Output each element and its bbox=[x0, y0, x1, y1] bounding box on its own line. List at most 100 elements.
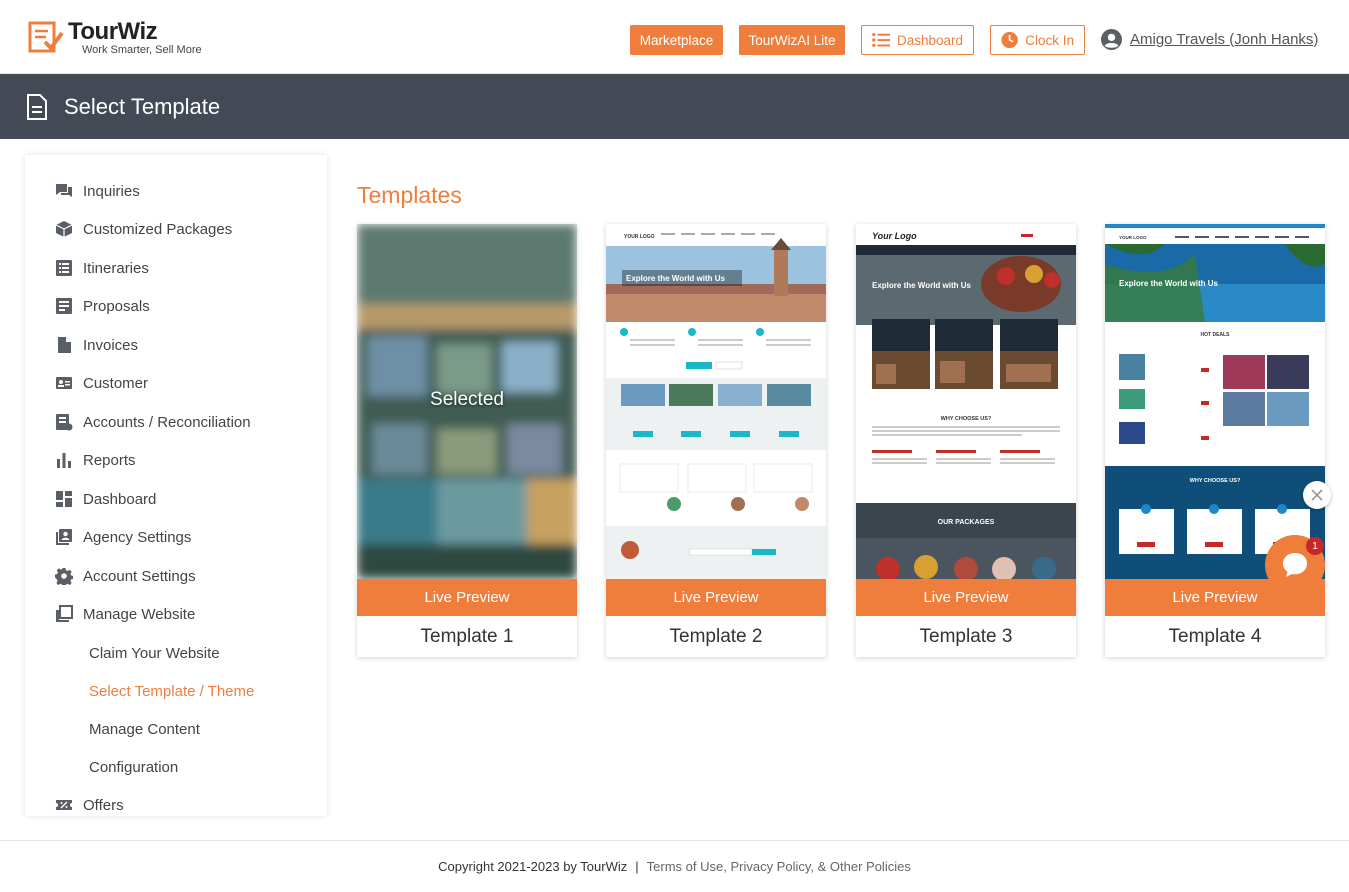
template-4-thumbnail[interactable]: YOUR LOGO Explore the World with Us HOT … bbox=[1105, 224, 1325, 579]
clock-icon bbox=[1001, 31, 1018, 49]
logo-mark-icon bbox=[28, 21, 64, 53]
document-icon bbox=[27, 93, 47, 120]
gear-icon bbox=[55, 568, 73, 585]
sidebar-item-manage-website[interactable]: Manage Website bbox=[55, 602, 195, 626]
brand-tagline: Work Smarter, Sell More bbox=[82, 44, 202, 56]
sidebar-item-label: Inquiries bbox=[83, 182, 140, 200]
sidebar-subitem-configuration[interactable]: Configuration bbox=[89, 756, 178, 778]
template-3-why-heading: WHY CHOOSE US? bbox=[941, 416, 992, 422]
sidebar-item-account-settings[interactable]: Account Settings bbox=[55, 564, 196, 588]
template-4-preview-image: YOUR LOGO Explore the World with Us HOT … bbox=[1105, 224, 1325, 579]
template-4-deals-heading: HOT DEALS bbox=[1201, 332, 1231, 338]
template-name: Template 4 bbox=[1168, 626, 1262, 647]
template-4-why-heading: WHY CHOOSE US? bbox=[1190, 478, 1241, 484]
sidebar-item-label: Agency Settings bbox=[83, 528, 192, 546]
grid-icon bbox=[56, 491, 72, 507]
live-preview-button[interactable]: Live Preview bbox=[606, 579, 826, 616]
chat-icon bbox=[56, 184, 72, 197]
live-preview-button[interactable]: Live Preview bbox=[856, 579, 1076, 616]
sidebar-item-label: Offers bbox=[83, 796, 124, 814]
sidebar-item-label: Manage Website bbox=[83, 605, 196, 623]
footer-policy-links[interactable]: Terms of Use, Privacy Policy, & Other Po… bbox=[647, 859, 911, 874]
tourwizai-lite-button[interactable]: TourWizAI Lite bbox=[739, 25, 845, 55]
template-2-logo: YOUR LOGO bbox=[624, 234, 655, 240]
user-menu[interactable]: Amigo Travels (Jonh Hanks) bbox=[1101, 28, 1318, 50]
template-card-1[interactable]: Selected Live Preview Template 1 bbox=[357, 224, 577, 657]
sidebar-item-offers[interactable]: Offers bbox=[55, 793, 124, 816]
live-preview-button[interactable]: Live Preview bbox=[357, 579, 577, 616]
templates-heading: Templates bbox=[357, 182, 462, 208]
box-icon bbox=[55, 221, 73, 237]
chat-close-button[interactable] bbox=[1303, 481, 1331, 509]
selected-label: Selected bbox=[430, 389, 504, 410]
template-2-hero-text: Explore the World with Us bbox=[626, 274, 726, 283]
sidebar-item-label: Customized Packages bbox=[83, 220, 233, 238]
template-name: Template 3 bbox=[919, 626, 1013, 647]
sidebar-item-label: Itineraries bbox=[83, 259, 149, 277]
template-3-preview-image: Your Logo Explore the World with Us WHY … bbox=[856, 224, 1076, 579]
footer-separator: | bbox=[635, 859, 639, 874]
receipt-icon bbox=[56, 414, 73, 431]
file-icon bbox=[58, 337, 71, 353]
sidebar-item-accounts-reconciliation[interactable]: Accounts / Reconciliation bbox=[55, 410, 251, 434]
template-2-thumbnail[interactable]: YOUR LOGO Explore the World with Us bbox=[606, 224, 826, 579]
dashboard-button-label: Dashboard bbox=[896, 32, 963, 48]
marketplace-button[interactable]: Marketplace bbox=[630, 25, 723, 55]
sidebar-item-itineraries[interactable]: Itineraries bbox=[55, 256, 149, 280]
sidebar-item-invoices[interactable]: Invoices bbox=[55, 333, 138, 357]
footer: Copyright 2021-2023 by TourWiz | Terms o… bbox=[0, 840, 1349, 892]
user-avatar-icon bbox=[1101, 28, 1122, 50]
template-4-logo: YOUR LOGO bbox=[1119, 235, 1147, 240]
template-name: Template 1 bbox=[420, 626, 514, 647]
sidebar-item-label: Dashboard bbox=[83, 490, 157, 508]
sidebar-item-label: Customer bbox=[83, 374, 149, 392]
agency-icon bbox=[56, 529, 72, 545]
document-lines-icon bbox=[56, 298, 72, 314]
sidebar-item-customized-packages[interactable]: Customized Packages bbox=[55, 217, 232, 241]
sidebar-subitem-manage-content[interactable]: Manage Content bbox=[89, 718, 200, 740]
id-card-icon bbox=[56, 377, 72, 389]
template-2-preview-image: YOUR LOGO Explore the World with Us bbox=[606, 224, 826, 579]
sidebar-item-label: Invoices bbox=[83, 336, 139, 354]
sidebar-item-dashboard[interactable]: Dashboard bbox=[55, 487, 156, 511]
sidebar-item-inquiries[interactable]: Inquiries bbox=[55, 179, 140, 203]
sidebar-item-label: Proposals bbox=[83, 297, 150, 315]
close-icon bbox=[1311, 489, 1323, 501]
sidebar-item-customer[interactable]: Customer bbox=[55, 371, 148, 395]
copyright-text: Copyright 2021-2023 by TourWiz bbox=[438, 859, 628, 874]
bar-chart-icon bbox=[57, 453, 71, 468]
sidebar-item-reports[interactable]: Reports bbox=[55, 448, 136, 472]
chat-bubble-icon bbox=[1283, 553, 1307, 577]
clock-in-button[interactable]: Clock In bbox=[990, 25, 1085, 55]
template-4-hero-text: Explore the World with Us bbox=[1119, 279, 1219, 288]
page-title: Select Template bbox=[64, 93, 221, 119]
chat-unread-badge: 1 bbox=[1306, 537, 1324, 555]
sidebar-item-label: Account Settings bbox=[83, 567, 196, 585]
website-icon bbox=[56, 605, 73, 622]
ticket-icon bbox=[56, 800, 72, 810]
sidebar-subitem-select-template[interactable]: Select Template / Theme bbox=[89, 680, 254, 702]
dashboard-button[interactable]: Dashboard bbox=[861, 25, 974, 55]
sidebar-item-label: Reports bbox=[83, 451, 136, 469]
template-3-hero-text: Explore the World with Us bbox=[872, 281, 972, 290]
template-3-packages-heading: OUR PACKAGES bbox=[938, 519, 995, 526]
template-card-3[interactable]: Your Logo Explore the World with Us WHY … bbox=[856, 224, 1076, 657]
brand-name: TourWiz bbox=[68, 18, 158, 45]
page-title-bar: Select Template bbox=[0, 74, 1349, 139]
template-3-thumbnail[interactable]: Your Logo Explore the World with Us WHY … bbox=[856, 224, 1076, 579]
clock-in-label: Clock In bbox=[1025, 32, 1074, 48]
template-card-2[interactable]: YOUR LOGO Explore the World with Us Live… bbox=[606, 224, 826, 657]
sidebar-item-proposals[interactable]: Proposals bbox=[55, 294, 150, 318]
list-icon bbox=[872, 32, 890, 48]
tourwiz-logo[interactable]: TourWiz Work Smarter, Sell More bbox=[28, 18, 218, 58]
sidebar: Inquiries Customized Packages Itinerarie… bbox=[25, 155, 327, 816]
list-icon bbox=[56, 260, 72, 276]
template-1-thumbnail[interactable]: Selected bbox=[357, 224, 577, 579]
template-3-logo: Your Logo bbox=[872, 231, 917, 241]
top-header: TourWiz Work Smarter, Sell More Marketpl… bbox=[0, 0, 1349, 74]
sidebar-item-agency-settings[interactable]: Agency Settings bbox=[55, 525, 191, 549]
template-name: Template 2 bbox=[669, 626, 763, 647]
user-name: Amigo Travels (Jonh Hanks) bbox=[1130, 30, 1319, 48]
sidebar-subitem-claim-website[interactable]: Claim Your Website bbox=[89, 642, 220, 664]
sidebar-item-label: Accounts / Reconciliation bbox=[83, 413, 251, 431]
